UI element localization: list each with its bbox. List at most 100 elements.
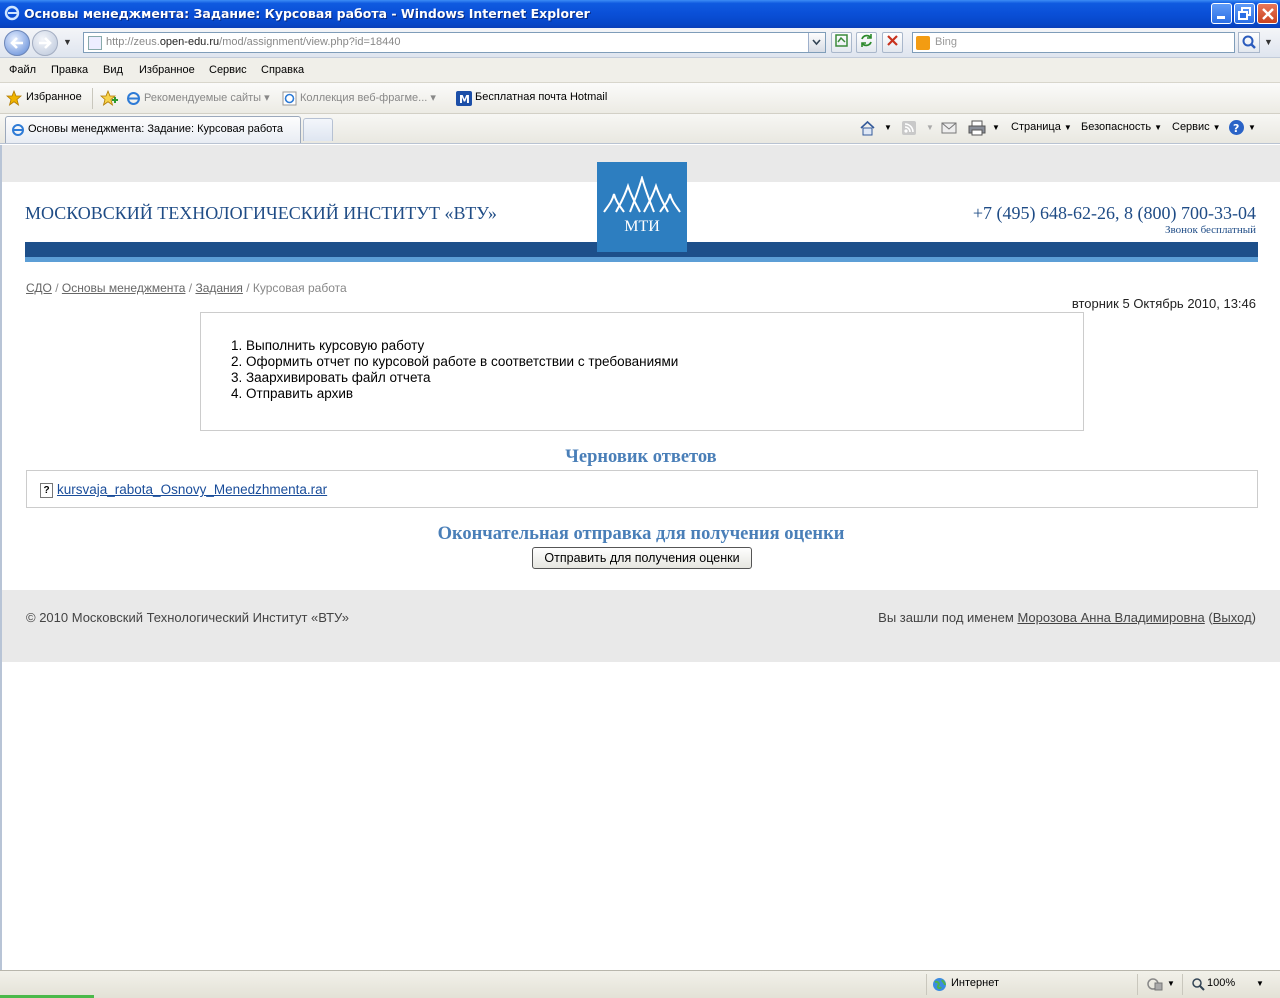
chevron-down-icon: ▼	[1212, 123, 1221, 132]
search-button[interactable]	[1238, 32, 1260, 53]
help-dropdown-icon[interactable]: ▼	[1245, 121, 1256, 133]
new-tab-button[interactable]	[303, 118, 333, 141]
header-bar-accent	[25, 257, 1258, 262]
suggested-sites-link[interactable]: Рекомендуемые сайты ▾	[144, 91, 270, 104]
protected-mode-icon[interactable]	[1146, 977, 1164, 992]
breadcrumb: СДО / Основы менеджмента / Задания / Кур…	[26, 281, 347, 295]
menu-edit[interactable]: Правка	[51, 64, 88, 76]
menu-view[interactable]: Вид	[103, 64, 123, 76]
back-arrow-icon	[10, 37, 23, 49]
search-options-icon[interactable]: ▼	[1264, 37, 1273, 47]
breadcrumb-item-course[interactable]: Основы менеджмента	[62, 281, 186, 295]
back-button[interactable]	[4, 30, 30, 56]
address-input[interactable]: http://zeus.open-edu.ru/mod/assignment/v…	[83, 32, 826, 53]
maximize-button[interactable]	[1234, 3, 1255, 24]
minimize-button[interactable]	[1211, 3, 1232, 24]
address-toolbar: ▼ http://zeus.open-edu.ru/mod/assignment…	[0, 28, 1280, 58]
protected-mode-dropdown-icon[interactable]: ▼	[1167, 979, 1175, 988]
internet-zone-icon	[933, 978, 946, 991]
final-submission-title: Окончательная отправка для получения оце…	[437, 524, 845, 544]
forward-arrow-icon	[39, 37, 52, 49]
print-dropdown-icon[interactable]: ▼	[989, 121, 1000, 133]
current-datetime: вторник 5 Октябрь 2010, 13:46	[1071, 296, 1256, 311]
menu-file[interactable]: Файл	[9, 64, 36, 76]
bing-icon	[916, 36, 930, 50]
assignment-description: 1. Выполнить курсовую работу 2. Оформить…	[200, 312, 1084, 431]
chevron-down-icon: ▼	[1063, 123, 1072, 132]
close-window-button[interactable]	[1257, 3, 1278, 24]
close-icon	[1262, 8, 1274, 20]
forward-button[interactable]	[32, 30, 58, 56]
window-titlebar[interactable]: Основы менеджмента: Задание: Курсовая ра…	[0, 0, 1280, 28]
menu-favorites[interactable]: Избранное	[139, 64, 195, 76]
zoom-level[interactable]: 100%	[1207, 977, 1235, 989]
safety-menu[interactable]: Безопасность ▼	[1081, 121, 1162, 133]
institute-name: МОСКОВСКИЙ ТЕХНОЛОГИЧЕСКИЙ ИНСТИТУТ «ВТУ…	[25, 203, 497, 223]
page-icon	[88, 36, 102, 50]
status-separator	[926, 974, 927, 995]
breadcrumb-item-assignments[interactable]: Задания	[195, 281, 242, 295]
home-dropdown-icon[interactable]: ▼	[881, 121, 892, 133]
page-menu-label: Страница	[1011, 121, 1061, 133]
list-item: 3. Заархивировать файл отчета	[231, 370, 431, 385]
page-footer: © 2010 Московский Технологический Инстит…	[2, 590, 1280, 662]
compatibility-view-button[interactable]	[831, 32, 852, 53]
ie-logo-icon	[4, 5, 20, 21]
menu-help[interactable]: Справка	[261, 64, 304, 76]
restore-icon	[1238, 7, 1251, 20]
login-prefix: Вы зашли под именем	[878, 610, 1018, 625]
hotmail-link[interactable]: Бесплатная почта Hotmail	[475, 91, 607, 103]
page-menu[interactable]: Страница ▼	[1011, 121, 1072, 133]
phone-numbers: +7 (495) 648-62-26, 8 (800) 700-33-04	[972, 203, 1256, 223]
logo-text: МТИ	[624, 218, 660, 235]
minimize-icon	[1217, 16, 1225, 19]
rss-feed-icon[interactable]	[901, 120, 917, 136]
stop-icon	[887, 35, 898, 46]
read-mail-icon[interactable]	[941, 121, 957, 135]
menu-tools[interactable]: Сервис	[209, 64, 247, 76]
page-viewport: МОСКОВСКИЙ ТЕХНОЛОГИЧЕСКИЙ ИНСТИТУТ «ВТУ…	[0, 145, 1280, 970]
history-dropdown-icon[interactable]: ▼	[63, 37, 72, 47]
web-slice-gallery-link[interactable]: Коллекция веб-фрагме... ▾	[300, 91, 436, 104]
refresh-button[interactable]	[856, 32, 877, 53]
draft-file-link[interactable]: kursvaja_rabota_Osnovy_Menedzhmenta.rar	[57, 482, 327, 497]
window-title: Основы менеджмента: Задание: Курсовая ра…	[24, 6, 590, 21]
hotmail-icon: M	[456, 91, 472, 106]
address-dropdown-icon[interactable]	[808, 33, 825, 52]
add-to-favorites-icon[interactable]	[100, 90, 118, 107]
zoom-dropdown-icon[interactable]: ▼	[1256, 979, 1264, 988]
breadcrumb-item-sdo[interactable]: СДО	[26, 281, 52, 295]
list-item: 2. Оформить отчет по курсовой работе в с…	[231, 354, 679, 369]
url-prefix: http://zeus.	[106, 36, 160, 48]
draft-section-title: Черновик ответов	[565, 447, 717, 467]
svg-text:?: ?	[1233, 122, 1239, 135]
favorites-button[interactable]: Избранное	[26, 91, 82, 103]
stop-button[interactable]	[882, 32, 903, 53]
ie-page-icon	[127, 92, 140, 105]
submit-for-grading-button[interactable]: Отправить для получения оценки	[532, 547, 752, 569]
compatibility-icon	[835, 34, 848, 47]
ie-page-icon	[282, 91, 297, 106]
refresh-icon	[861, 34, 872, 47]
print-icon[interactable]	[968, 120, 986, 136]
feed-dropdown-icon[interactable]: ▼	[923, 121, 934, 133]
toolbar-separator	[92, 88, 93, 109]
logout-link[interactable]: Выход	[1213, 610, 1252, 625]
breadcrumb-current: Курсовая работа	[252, 281, 347, 295]
site-logo[interactable]: МТИ	[597, 162, 687, 252]
help-icon[interactable]: ?	[1228, 119, 1245, 136]
home-icon[interactable]	[859, 120, 876, 136]
search-icon	[1242, 35, 1256, 49]
tab-active[interactable]: Основы менеджмента: Задание: Курсовая ра…	[5, 116, 301, 143]
list-item: 4. Отправить архив	[231, 386, 354, 401]
search-input[interactable]: Bing	[912, 32, 1235, 53]
ie-page-icon	[12, 124, 24, 136]
zoom-icon	[1192, 978, 1205, 991]
user-profile-link[interactable]: Морозова Анна Владимировна	[1017, 610, 1204, 625]
status-separator	[1137, 974, 1138, 995]
favorites-star-icon	[6, 90, 22, 106]
tools-menu[interactable]: Сервис ▼	[1172, 121, 1221, 133]
footer-copyright: © 2010 Московский Технологический Инстит…	[26, 610, 349, 625]
status-bar: Интернет ▼ 100% ▼	[0, 970, 1280, 998]
search-placeholder: Bing	[935, 36, 958, 48]
